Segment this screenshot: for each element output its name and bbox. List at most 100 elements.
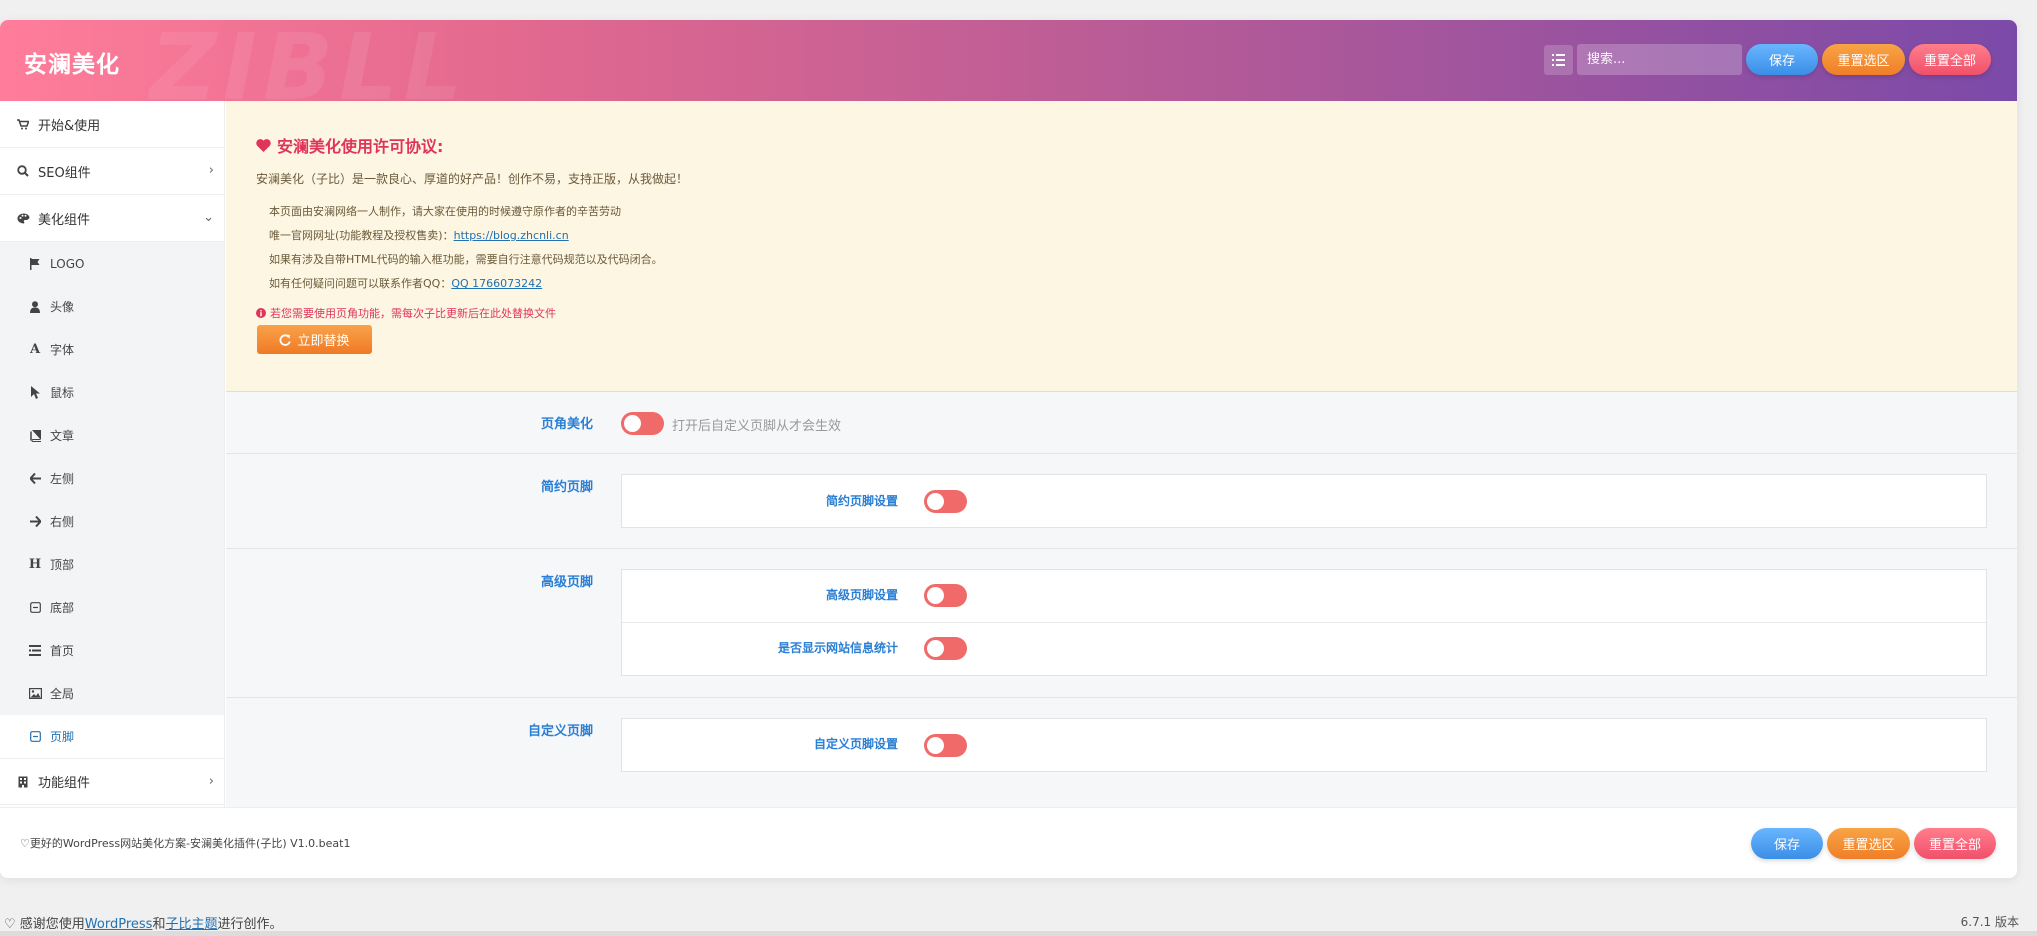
horizontal-scrollbar[interactable] (0, 931, 2037, 936)
sidebar-subitem-avatar[interactable]: 头像 (0, 285, 224, 328)
license-notice: 安澜美化使用许可协议: 安澜美化（子比）是一款良心、厚道的好产品！创作不易，支持… (226, 101, 2017, 392)
flag-icon (28, 257, 42, 271)
sidebar-subitem-article[interactable]: 文章 (0, 414, 224, 457)
sidebar-subitem-cursor[interactable]: 鼠标 (0, 371, 224, 414)
sidebar-subitem-label: 左侧 (50, 472, 75, 486)
sidebar-subitem-footer[interactable]: 页脚 (0, 715, 224, 758)
sidebar-subitem-left[interactable]: 左侧 (0, 457, 224, 500)
sidebar-item-start[interactable]: 开始&使用 (0, 101, 224, 148)
font-icon: A (29, 342, 41, 357)
notice-title: 安澜美化使用许可协议: (256, 133, 443, 157)
website-link[interactable]: https://blog.zhcnli.cn (454, 229, 569, 242)
setting-label: 自定义页脚 (527, 724, 593, 739)
header-watermark: ZIBLL (150, 20, 469, 101)
sidebar-subitem-label: 页脚 (50, 730, 75, 744)
sidebar-subitem-right[interactable]: 右侧 (0, 500, 224, 543)
sidebar-item-seo[interactable]: SEO组件 › (0, 148, 224, 195)
sidebar-item-label: SEO组件 (38, 165, 91, 181)
arrow-left-icon (28, 472, 42, 486)
sidebar-item-beautify[interactable]: 美化组件 ⌄ (0, 195, 224, 242)
chevron-right-icon: › (208, 774, 214, 789)
setting-row-simple-footer: 简约页脚 简约页脚设置 (226, 454, 2017, 549)
reset-section-button[interactable]: 重置选区 (1822, 44, 1905, 75)
sidebar-subitem-label: 字体 (50, 343, 75, 357)
sidebar-item-label: 功能组件 (38, 776, 91, 791)
footer-save-button[interactable]: 保存 (1751, 828, 1823, 859)
chevron-right-icon: › (208, 163, 214, 178)
sidebar-subitem-label: 全局 (50, 687, 75, 701)
notice-line-text: 唯一官网网址(功能教程及授权售卖)： (269, 229, 454, 242)
image-icon (28, 687, 42, 701)
replace-now-button[interactable]: 立即替换 (257, 325, 372, 354)
sidebar-subitem-global[interactable]: 全局 (0, 672, 224, 715)
setting-row-advanced-footer: 高级页脚 高级页脚设置 是否显示网站信息统计 (226, 549, 2017, 698)
page-title: 安澜美化 (24, 52, 120, 78)
chevron-down-icon: ⌄ (203, 210, 214, 225)
sidebar-submenu: LOGO 头像 A 字体 鼠标 文章 左侧 右侧 H 顶部 底部 首页 全局 页… (0, 242, 224, 758)
qq-link[interactable]: QQ 1766073242 (451, 277, 542, 290)
sidebar-subitem-label: 右侧 (50, 515, 75, 529)
sidebar-item-label: 美化组件 (38, 212, 91, 228)
setting-sublabel: 简约页脚设置 (825, 494, 898, 508)
divider (622, 622, 1986, 623)
notice-title-text: 安澜美化使用许可协议: (277, 137, 444, 156)
notice-line: 唯一官网网址(功能教程及授权售卖)：https://blog.zhcnli.cn (269, 227, 569, 243)
wp-footer-prefix: ♡ 感谢您使用 (4, 917, 85, 932)
notice-line: 如果有涉及自带HTML代码的输入框功能，需要自行注意代码规范以及代码闭合。 (269, 253, 663, 266)
sidebar: 开始&使用 SEO组件 › 美化组件 ⌄ LOGO 头像 A 字体 鼠标 文章 … (0, 101, 225, 807)
wp-version: 6.7.1 版本 (1960, 915, 2019, 929)
refresh-icon (279, 333, 292, 346)
sidebar-subitem-top[interactable]: H 顶部 (0, 543, 224, 586)
sidebar-item-features[interactable]: 功能组件 › (0, 758, 224, 805)
footer-beautify-toggle[interactable] (621, 412, 664, 435)
setting-row-custom-footer: 自定义页脚 自定义页脚设置 (226, 698, 2017, 807)
setting-label: 简约页脚 (540, 480, 593, 495)
heading-icon: H (28, 557, 42, 572)
search-input[interactable] (1577, 44, 1742, 75)
theme-link[interactable]: 子比主题 (165, 917, 217, 932)
notice-warning-text: 若您需要使用页角功能，需每次子比更新后在此处替换文件 (270, 307, 556, 320)
setting-row-footer-beautify: 页角美化 打开后自定义页脚从才会生效 (226, 392, 2017, 454)
sidebar-item-label: 开始&使用 (38, 118, 101, 134)
custom-footer-group: 自定义页脚设置 (621, 718, 1987, 772)
sidebar-subitem-bottom[interactable]: 底部 (0, 586, 224, 629)
notice-line: 本页面由安澜网络一人制作，请大家在使用的时候遵守原作者的辛苦劳动 (269, 205, 621, 218)
sidebar-subitem-home[interactable]: 首页 (0, 629, 224, 672)
site-stats-toggle[interactable] (924, 637, 967, 660)
sidebar-subitem-label: 底部 (50, 601, 75, 615)
custom-footer-toggle[interactable] (924, 734, 967, 757)
info-circle-icon (256, 308, 266, 318)
save-button[interactable]: 保存 (1746, 44, 1818, 75)
notice-warning: 若您需要使用页角功能，需每次子比更新后在此处替换文件 (256, 305, 556, 321)
replace-now-label: 立即替换 (297, 334, 350, 349)
sidebar-subitem-label: 头像 (50, 300, 75, 314)
expand-all-button[interactable] (1544, 45, 1573, 75)
setting-label: 高级页脚 (540, 575, 593, 590)
setting-sublabel: 是否显示网站信息统计 (777, 641, 898, 655)
setting-label: 页角美化 (540, 417, 593, 432)
building-icon (16, 775, 30, 789)
sidebar-subitem-label: 顶部 (50, 558, 75, 572)
panel-footer: ♡更好的WordPress网站美化方案-安澜美化插件(子比) V1.0.beat… (0, 807, 2017, 878)
cart-icon (16, 117, 30, 131)
wp-footer-suffix: 进行创作。 (217, 917, 283, 932)
advanced-footer-toggle[interactable] (924, 584, 967, 607)
minus-square-icon (28, 601, 42, 615)
header-bar: ZIBLL 安澜美化 保存 重置选区 重置全部 (0, 20, 2017, 101)
user-icon (28, 300, 42, 314)
sidebar-subitem-label: 鼠标 (50, 386, 75, 400)
cursor-icon (28, 386, 42, 400)
sidebar-subitem-font[interactable]: A 字体 (0, 328, 224, 371)
sidebar-subitem-label: 首页 (50, 644, 75, 658)
reset-all-button[interactable]: 重置全部 (1909, 44, 1991, 75)
sidebar-subitem-label: 文章 (50, 429, 75, 443)
sidebar-subitem-logo[interactable]: LOGO (0, 242, 224, 285)
wp-footer-text: ♡ 感谢您使用WordPress和子比主题进行创作。 (4, 913, 282, 932)
footer-reset-all-button[interactable]: 重置全部 (1914, 828, 1996, 859)
advanced-footer-group: 高级页脚设置 是否显示网站信息统计 (621, 569, 1987, 676)
wordpress-link[interactable]: WordPress (85, 917, 153, 932)
footer-reset-section-button[interactable]: 重置选区 (1827, 828, 1910, 859)
list-icon (28, 644, 42, 658)
simple-footer-toggle[interactable] (924, 490, 967, 513)
palette-icon (16, 211, 30, 225)
